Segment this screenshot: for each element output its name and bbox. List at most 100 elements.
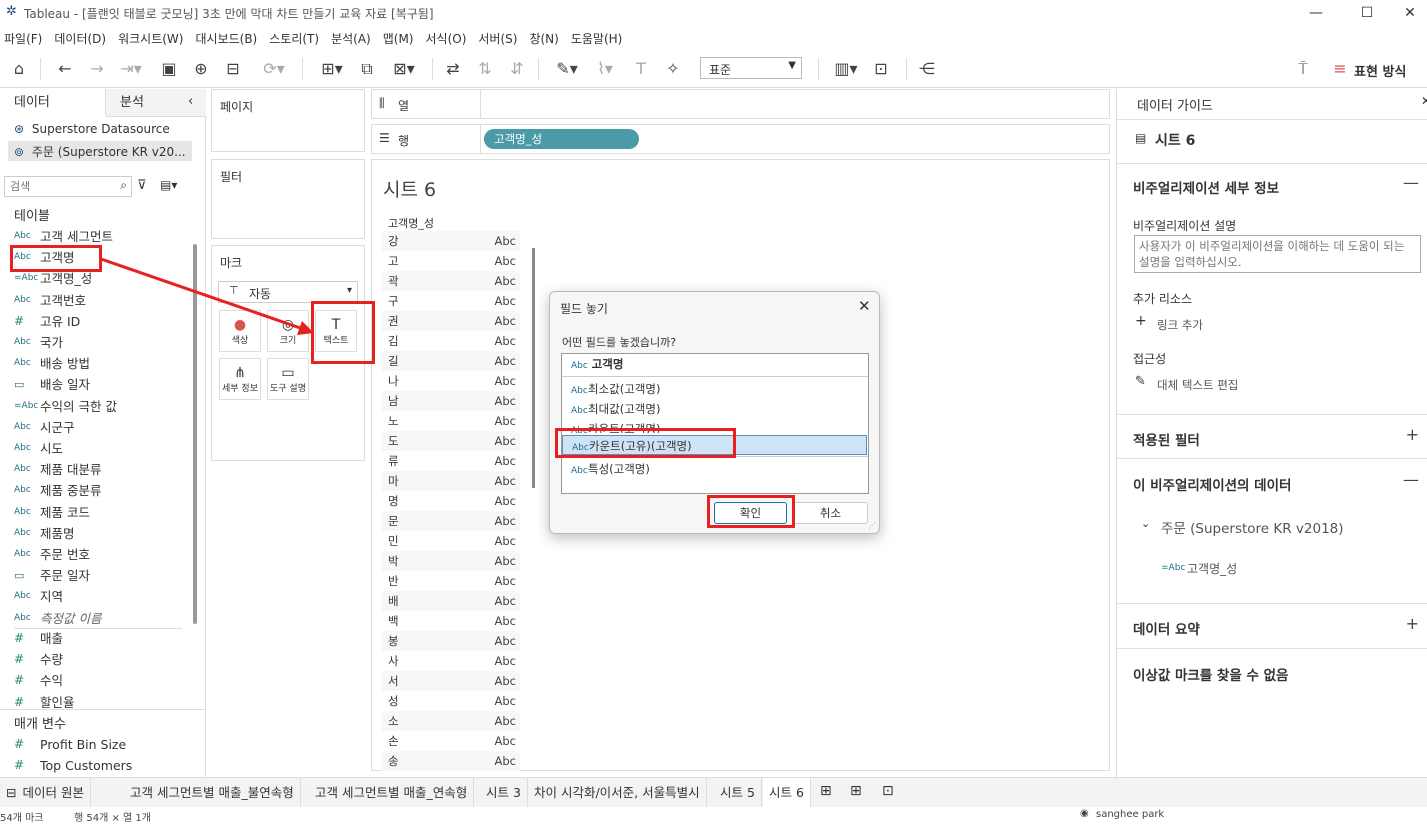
format-icon[interactable]: ⍑ (1292, 59, 1314, 79)
menu-item[interactable]: 분석(A) (331, 30, 371, 47)
field-item[interactable]: Abc 제품 중분류 (14, 480, 101, 501)
tab-sheet[interactable]: 차이 시각화/이서준, 서울특별시 (528, 778, 707, 807)
collapse-icon[interactable]: — (1403, 173, 1419, 192)
new-dashboard-tab-icon[interactable]: ⊞ (850, 783, 862, 799)
field-scrollbar[interactable] (193, 244, 197, 624)
field-item[interactable]: Abc 국가 (14, 332, 63, 353)
tab-datasource[interactable]: ⊟ 데이터 원본 (0, 778, 91, 807)
add-link[interactable]: 링크 추가 (1157, 317, 1203, 333)
pause-updates-icon[interactable]: ⊟ (222, 59, 244, 79)
refresh-icon[interactable]: ⟳▾ (256, 59, 292, 79)
table-row[interactable]: 노 Abc (382, 411, 520, 431)
field-item[interactable]: Abc 제품 대분류 (14, 459, 101, 480)
field-option[interactable]: Abc최소값(고객명) (562, 379, 867, 399)
close-window-icon[interactable]: ✕ (1390, 2, 1427, 24)
field-option[interactable]: Abc특성(고객명) (562, 459, 867, 479)
field-item[interactable]: Abc 배송 방법 (14, 353, 90, 374)
table-row[interactable]: 길 Abc (382, 351, 520, 371)
menu-item[interactable]: 스토리(T) (269, 30, 319, 47)
table-row[interactable]: 명 Abc (382, 491, 520, 511)
table-row[interactable]: 구 Abc (382, 291, 520, 311)
status-user[interactable]: sanghee park (1096, 809, 1164, 820)
presentation-icon[interactable]: ⊡ (870, 59, 892, 79)
table-row[interactable]: 봉 Abc (382, 631, 520, 651)
field-item[interactable]: # 고유 ID (14, 311, 80, 332)
size-button[interactable]: ◎ 크기 (267, 310, 309, 352)
filters-card[interactable]: 필터 (211, 159, 365, 239)
color-button[interactable]: ● 색상 (219, 310, 261, 352)
menu-item[interactable]: 데이터(D) (54, 30, 106, 47)
field-item[interactable]: # 수익 (14, 670, 63, 691)
field-item[interactable]: Abc 측정값 이름 (14, 608, 101, 629)
pin-icon[interactable]: ✧ (662, 59, 684, 79)
field-item[interactable]: Abc 시도 (14, 438, 63, 459)
clear-sheet-icon[interactable]: ⊠▾ (386, 59, 422, 79)
tab-data[interactable]: 데이터 (0, 89, 106, 117)
table-row[interactable]: 남 Abc (382, 391, 520, 411)
chevron-down-icon[interactable]: ⌄ (1141, 517, 1150, 530)
rows-shelf[interactable]: ☰ 행 고객명_성 (371, 124, 1110, 154)
field-option[interactable]: Abc최대값(고객명) (562, 399, 867, 419)
sort-asc-icon[interactable]: ⇅ (474, 59, 496, 79)
tab-sheet[interactable]: 시트 5 (714, 778, 762, 807)
tooltip-button[interactable]: ▭ 도구 설명 (267, 358, 309, 400)
datasource-superstore[interactable]: ⊛ Superstore Datasource (14, 122, 170, 140)
field-item[interactable]: Abc 지역 (14, 586, 63, 607)
menu-item[interactable]: 대시보드(B) (195, 30, 257, 47)
maximize-icon[interactable]: ☐ (1347, 2, 1387, 24)
collapse-icon[interactable]: ‹ (188, 94, 193, 109)
table-row[interactable]: 사 Abc (382, 651, 520, 671)
table-row[interactable]: 성 Abc (382, 691, 520, 711)
alt-text-link[interactable]: 대체 텍스트 편집 (1157, 377, 1238, 393)
table-row[interactable]: 강 Abc (382, 231, 520, 251)
menu-item[interactable]: 파일(F) (4, 30, 42, 47)
columns-shelf[interactable]: ⫼ 열 (371, 89, 1110, 119)
menu-item[interactable]: 워크시트(W) (118, 30, 183, 47)
new-worksheet-icon[interactable]: ⊞▾ (314, 59, 350, 79)
replay-icon[interactable]: ⇥▾ (116, 59, 146, 79)
duplicate-sheet-icon[interactable]: ⧉ (356, 59, 378, 79)
pages-card[interactable]: 페이지 (211, 89, 365, 152)
table-row[interactable]: 민 Abc (382, 531, 520, 551)
label-icon[interactable]: T (630, 59, 652, 79)
table-row[interactable]: 권 Abc (382, 311, 520, 331)
table-row[interactable]: 도 Abc (382, 431, 520, 451)
group-icon[interactable]: ⌇▾ (590, 59, 620, 79)
table-row[interactable]: 반 Abc (382, 571, 520, 591)
fit-select[interactable]: 표준 ▼ (700, 57, 802, 79)
collapse-icon[interactable]: — (1403, 470, 1419, 489)
canvas-scrollbar[interactable] (532, 248, 535, 488)
table-row[interactable]: 나 Abc (382, 371, 520, 391)
table-row[interactable]: 마 Abc (382, 471, 520, 491)
table-row[interactable]: 고 Abc (382, 251, 520, 271)
save-icon[interactable]: ▣ (158, 59, 180, 79)
search-box[interactable]: ⌕ (4, 176, 132, 197)
tab-sheet[interactable]: 고객 세그먼트별 매출_연속형 (309, 778, 475, 807)
show-cards-icon[interactable]: ▥▾ (828, 59, 864, 79)
field-item[interactable]: # Profit Bin Size (14, 734, 126, 755)
field-item[interactable]: Abc 고객번호 (14, 290, 86, 311)
field-item[interactable]: Abc 주문 번호 (14, 544, 90, 565)
menu-item[interactable]: 맵(M) (383, 30, 414, 47)
show-me-label[interactable]: 표현 방식 (1354, 61, 1406, 80)
tab-sheet[interactable]: 고객 세그먼트별 매출_불연속형 (124, 778, 301, 807)
field-item[interactable]: Abc 시군구 (14, 417, 75, 438)
table-row[interactable]: 소 Abc (382, 711, 520, 731)
row-pill[interactable]: 고객명_성 (484, 129, 639, 149)
redo-icon[interactable]: → (86, 59, 108, 79)
table-row[interactable]: 백 Abc (382, 611, 520, 631)
filter-icon[interactable]: ⊽ (137, 178, 147, 193)
mark-type-select[interactable]: ⊤ 자동 ▾ (218, 281, 358, 303)
expand-icon[interactable]: + (1406, 614, 1419, 633)
new-datasource-icon[interactable]: ⊕ (190, 59, 212, 79)
table-row[interactable]: 류 Abc (382, 451, 520, 471)
datasource-orders[interactable]: ⊚ 주문 (Superstore KR v20... (8, 141, 192, 161)
new-worksheet-tab-icon[interactable]: ⊞ (820, 783, 832, 799)
tab-sheet[interactable]: 시트 3 (480, 778, 528, 807)
viz-desc-field[interactable] (1134, 235, 1421, 273)
table-row[interactable]: 문 Abc (382, 511, 520, 531)
new-story-tab-icon[interactable]: ⊡ (882, 783, 894, 799)
search-input[interactable] (5, 177, 109, 196)
table-row[interactable]: 송 Abc (382, 751, 520, 771)
close-pane-icon[interactable]: ✕ (1421, 94, 1427, 108)
